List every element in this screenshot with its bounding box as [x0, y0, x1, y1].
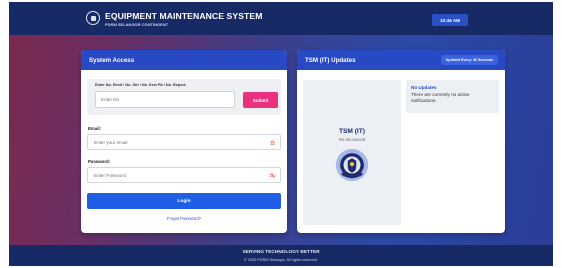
notification-box: No Updates There are currently no active… — [406, 80, 499, 113]
password-field[interactable] — [88, 168, 268, 183]
top-header: EQUIPMENT MAINTENANCE SYSTEM PDRM SELANG… — [9, 2, 553, 35]
password-field-wrap — [87, 167, 281, 183]
clock-badge: 10:46 AM — [432, 14, 468, 26]
footer: SERVING TECHNOLOGY BETTER © 2025 PDRM Se… — [9, 245, 553, 266]
system-access-card: System Access Enter No. Resit / No. Siri… — [81, 50, 287, 233]
app-subtitle: PDRM SELANGOR CONTINGENT — [105, 22, 169, 27]
unit-badge-panel: TSM (IT) IPK SELANGOR — [303, 80, 401, 225]
footer-tagline: SERVING TECHNOLOGY BETTER — [242, 250, 320, 255]
police-emblem-icon — [335, 148, 369, 182]
unit-title: TSM (IT) — [338, 128, 365, 135]
email-field[interactable] — [88, 135, 268, 150]
refresh-badge: Updated Every: 30 Seconds — [440, 55, 498, 65]
card-header: System Access — [81, 50, 287, 70]
footer-copyright: © 2025 PDRM Selangor. All rights reserve… — [244, 258, 318, 262]
app-frame: EQUIPMENT MAINTENANCE SYSTEM PDRM SELANG… — [9, 2, 553, 266]
submit-button[interactable]: Submit — [243, 92, 278, 108]
lookup-panel: Enter No. Resit / No. Siri / No. Kew PA … — [87, 79, 281, 115]
lookup-input[interactable] — [95, 91, 235, 108]
password-label: Password: — [88, 159, 111, 164]
email-label: Email: — [88, 126, 102, 131]
login-button[interactable]: Login — [87, 193, 281, 209]
shield-logo-icon — [86, 11, 100, 25]
app-title: EQUIPMENT MAINTENANCE SYSTEM — [105, 11, 263, 21]
lock-icon — [270, 140, 275, 145]
lookup-label: Enter No. Resit / No. Siri / No. Kew PA … — [95, 83, 187, 87]
notification-title: No Updates — [411, 85, 437, 90]
email-field-wrap — [87, 134, 281, 150]
notification-text: There are currently no active notificati… — [411, 92, 470, 103]
updates-card: TSM (IT) Updates Updated Every: 30 Secon… — [297, 50, 505, 233]
unit-subtitle: IPK SELANGOR — [338, 138, 366, 142]
eye-slash-icon[interactable] — [269, 173, 276, 178]
forgot-password-link[interactable]: Forgot Password? — [81, 216, 287, 221]
